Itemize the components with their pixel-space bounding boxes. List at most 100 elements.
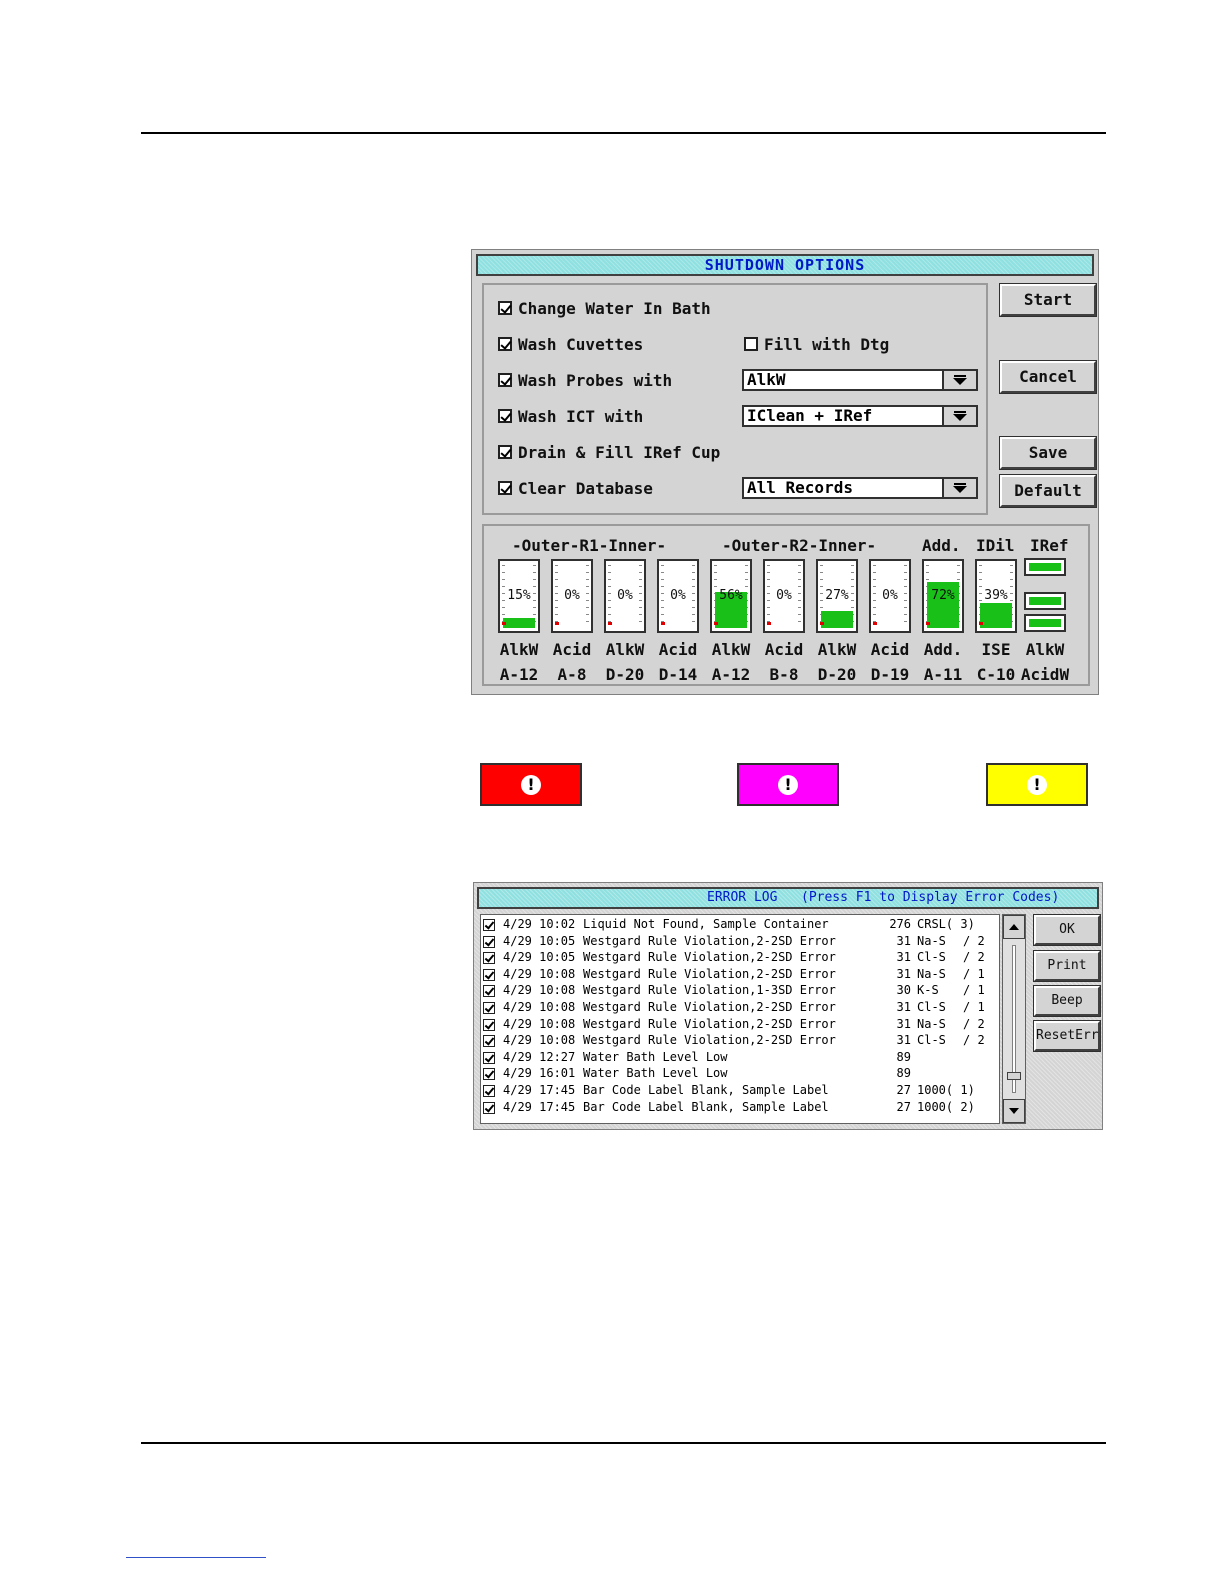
alert-button-magenta[interactable]: ! (737, 763, 839, 806)
save-button[interactable]: Save (999, 436, 1097, 470)
reagent-name: ISE (981, 640, 1011, 659)
clear-database-checkbox[interactable] (498, 481, 512, 495)
error-level: / 2 (963, 933, 985, 948)
option-change-water[interactable]: Change Water In Bath (498, 296, 711, 320)
print-button[interactable]: Print (1033, 950, 1101, 982)
alert-button-red[interactable]: ! (480, 763, 582, 806)
dropdown-bar-icon (954, 375, 966, 377)
error-datetime: 4/29 10:05 (503, 933, 576, 948)
iref-level-fill (1029, 563, 1061, 571)
scroll-track[interactable] (1012, 945, 1016, 1093)
row-checkbox[interactable] (483, 1051, 495, 1064)
ok-button[interactable]: OK (1033, 914, 1101, 946)
reagent-name: Acid (552, 640, 592, 659)
fill-dtg-checkbox[interactable] (744, 337, 758, 351)
reagent-bottle: 27% (816, 559, 858, 633)
wash-ict-select[interactable]: IClean + IRef (742, 405, 978, 427)
row-checkbox[interactable] (483, 1085, 495, 1097)
reagent-name: AlkW (605, 640, 645, 659)
option-wash-cuvettes[interactable]: Wash Cuvettes (498, 332, 643, 356)
error-message: Water Bath Level Low (583, 1049, 728, 1064)
change-water-checkbox[interactable] (498, 301, 512, 315)
row-checkbox[interactable] (483, 1068, 495, 1081)
row-checkbox[interactable] (483, 1101, 495, 1114)
scroll-down-button[interactable] (1003, 1099, 1025, 1123)
wash-probes-checkbox[interactable] (498, 373, 512, 387)
group-label-idil: IDil (976, 536, 1015, 555)
dialog-title: SHUTDOWN OPTIONS (476, 254, 1094, 276)
exclamation-icon: ! (521, 774, 541, 795)
reagent-position: D-14 (658, 665, 698, 684)
clear-database-select[interactable]: All Records (742, 477, 978, 499)
drain-fill-iref-checkbox[interactable] (498, 445, 512, 459)
option-wash-probes[interactable]: Wash Probes with (498, 368, 672, 392)
beep-off-button[interactable]: Beep OFF (1033, 985, 1101, 1034)
error-message: Bar Code Label Blank, Sample Label (583, 1099, 829, 1114)
bottle-percent: 39% (984, 588, 1008, 603)
arrow-up-icon (1009, 924, 1019, 930)
reagent-position: D-19 (870, 665, 910, 684)
wash-probes-select[interactable]: AlkW (742, 369, 978, 391)
reagent-position: A-11 (923, 665, 963, 684)
reagent-bottle: 0% (551, 559, 593, 633)
wash-cuvettes-checkbox[interactable] (498, 337, 512, 351)
wash-ict-dropdown-button[interactable] (942, 407, 976, 425)
error-detail: 1000( 2) (917, 1099, 975, 1114)
error-code: 31 (896, 966, 911, 981)
row-checkbox[interactable] (483, 1035, 495, 1048)
row-checkbox[interactable] (483, 1018, 495, 1031)
default-button[interactable]: Default (999, 474, 1097, 508)
exclamation-icon: ! (1027, 774, 1047, 795)
scroll-up-button[interactable] (1003, 915, 1025, 939)
error-message: Westgard Rule Violation,2-2SD Error (583, 1033, 836, 1048)
header-rule (141, 132, 1106, 134)
error-level: / 2 (963, 1016, 985, 1031)
footer-rule (141, 1442, 1106, 1444)
error-level: / 1 (963, 1000, 985, 1014)
option-label: Fill with Dtg (764, 334, 890, 354)
error-detail: 1000( 1) (917, 1083, 975, 1097)
error-code: 31 (896, 1016, 911, 1031)
clear-database-dropdown-button[interactable] (942, 479, 976, 497)
error-log-list[interactable]: 4/29 10:02 Liquid Not Found, Sample Conta… (480, 914, 1000, 1124)
row-checkbox[interactable] (483, 935, 495, 948)
bottle-fill-level (980, 603, 1012, 628)
low-level-marker (767, 622, 771, 625)
low-level-marker (502, 622, 506, 625)
low-level-marker (979, 622, 983, 625)
reagent-position: D-20 (605, 665, 645, 684)
row-checkbox[interactable] (483, 985, 495, 998)
dropdown-bar-icon (954, 483, 966, 485)
row-checkbox[interactable] (483, 919, 495, 931)
reagent-name: AlkW (817, 640, 857, 659)
error-datetime: 4/29 10:08 (503, 1000, 576, 1014)
shutdown-options-dialog: SHUTDOWN OPTIONS Change Water In Bath Wa… (471, 249, 1099, 695)
option-wash-ict[interactable]: Wash ICT with (498, 404, 643, 428)
option-label: Wash Probes with (518, 370, 673, 390)
scroll-thumb[interactable] (1007, 1072, 1021, 1080)
iref-level-bar (1024, 558, 1066, 576)
error-datetime: 4/29 10:08 (503, 1033, 576, 1048)
clear-database-value: All Records (747, 478, 853, 497)
reagent-name: AlkW (499, 640, 539, 659)
row-checkbox[interactable] (483, 952, 495, 965)
row-checkbox[interactable] (483, 1002, 495, 1014)
wash-ict-value: IClean + IRef (747, 406, 873, 425)
reagent-bottle: 72% (922, 559, 964, 633)
start-button[interactable]: Start (999, 283, 1097, 317)
row-checkbox[interactable] (483, 968, 495, 981)
wash-ict-checkbox[interactable] (498, 409, 512, 423)
error-datetime: 4/29 10:08 (503, 983, 576, 998)
error-code: 31 (896, 950, 911, 965)
alert-button-yellow[interactable]: ! (986, 763, 1088, 806)
reset-errors-button[interactable]: ResetErr (1033, 1020, 1101, 1052)
option-fill-dtg[interactable]: Fill with Dtg (744, 332, 889, 356)
option-drain-fill-iref[interactable]: Drain & Fill IRef Cup (498, 440, 720, 464)
low-level-marker (555, 622, 559, 625)
cancel-button[interactable]: Cancel (999, 360, 1097, 394)
option-clear-database[interactable]: Clear Database (498, 476, 653, 500)
bottle-percent: 0% (882, 588, 898, 603)
wash-probes-dropdown-button[interactable] (942, 371, 976, 389)
reagent-position: D-20 (817, 665, 857, 684)
error-log-scrollbar[interactable] (1002, 914, 1026, 1124)
